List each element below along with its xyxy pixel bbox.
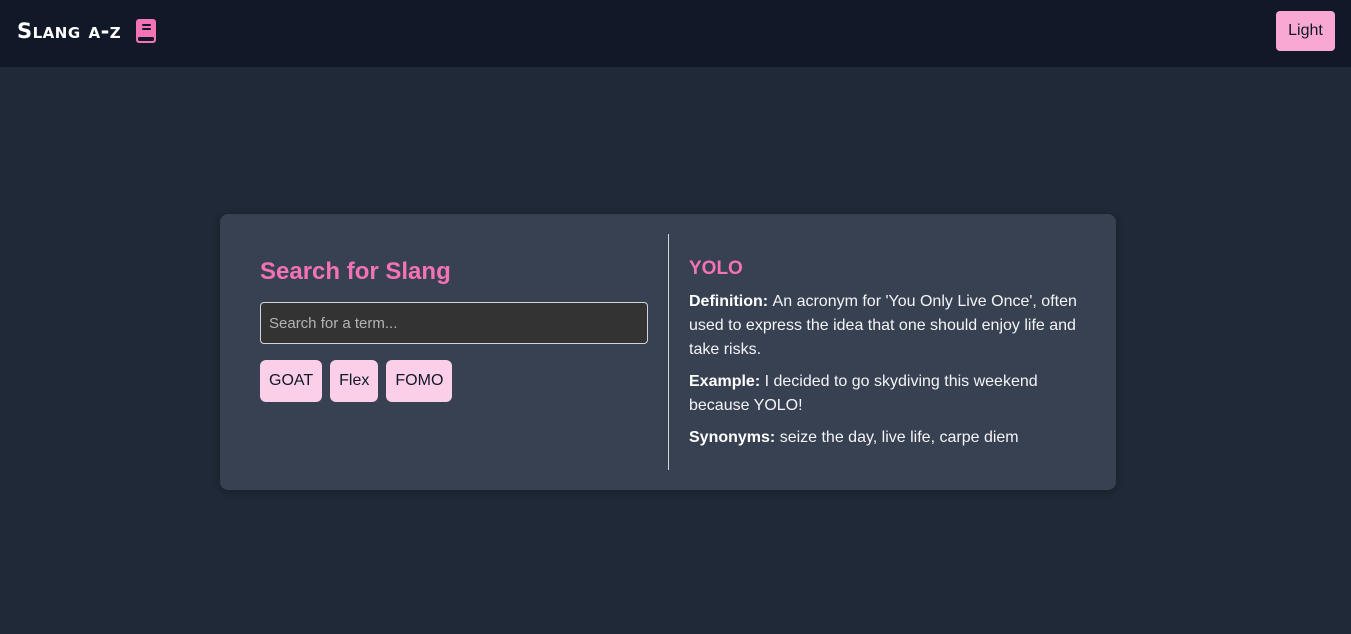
result-term: YOLO [689, 258, 743, 279]
app-title: Slang α-z [17, 19, 122, 43]
synonyms-label: Synonyms: [689, 429, 780, 446]
synonyms-text: seize the day, live life, carpe diem [779, 429, 1019, 446]
search-title: Search for Slang [260, 258, 451, 285]
suggestion-list: GOAT Flex FOMO [260, 360, 453, 402]
search-input[interactable] [260, 302, 648, 344]
result-panel: YOLO Definition: An acronym for 'You Onl… [689, 256, 1089, 458]
definition-row: Definition: An acronym for 'You Only Liv… [689, 290, 1089, 362]
theme-toggle-button[interactable]: Light [1276, 11, 1335, 51]
example-label: Example: [689, 373, 765, 390]
top-navbar: Slang α-z Light [0, 0, 1351, 67]
brand[interactable]: Slang α-z [17, 18, 157, 44]
suggestion-chip-goat[interactable]: GOAT [260, 360, 323, 402]
definition-label: Definition: [689, 293, 773, 310]
slang-card: Search for Slang GOAT Flex FOMO YOLO Def… [220, 214, 1116, 490]
suggestion-chip-flex[interactable]: Flex [330, 360, 379, 402]
panel-divider [668, 234, 669, 470]
book-icon [135, 18, 157, 44]
example-row: Example: I decided to go skydiving this … [689, 370, 1089, 418]
synonyms-row: Synonyms: seize the day, live life, carp… [689, 426, 1089, 450]
suggestion-chip-fomo[interactable]: FOMO [386, 360, 453, 402]
